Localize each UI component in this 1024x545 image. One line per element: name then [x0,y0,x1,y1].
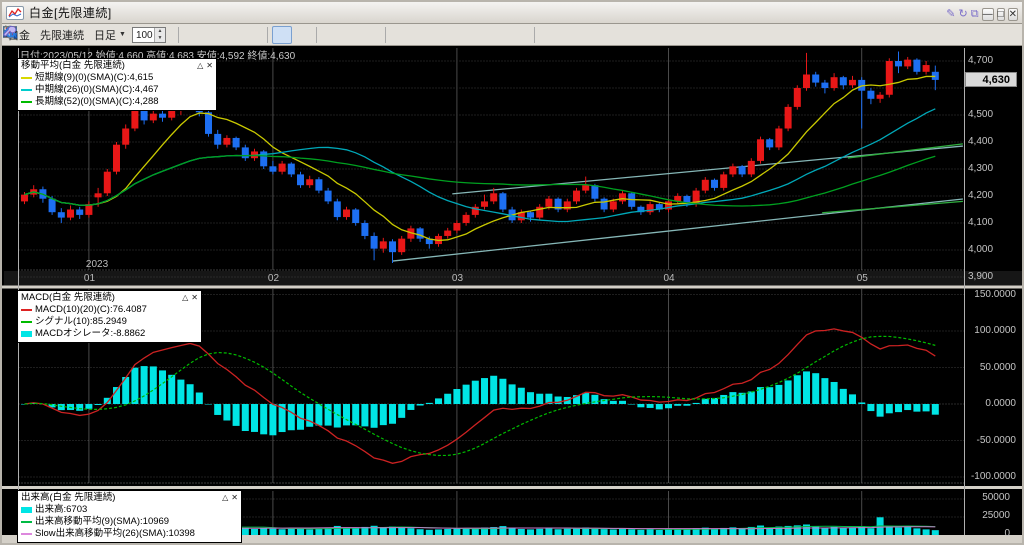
legend-text: 中期線(26)(0)(SMA)(C):4,467 [35,84,159,95]
price-axis-label: 4,400 [968,136,994,147]
price-axis-label: 4,100 [968,217,994,228]
legend-swatch [21,101,32,103]
legend-row: 中期線(26)(0)(SMA)(C):4,467 [21,84,213,96]
macd-axis-label: -100.0000 [970,471,1016,482]
legend-text: 出来高:6703 [35,504,88,515]
volume-axis-label: 0 [1004,528,1010,539]
macd-axis-label: 150.0000 [974,288,1016,300]
legend-volume[interactable]: 出来高(白金 先限連続) △ ✕ 出来高:6703 出来高移動平均(9)(SMA):10… [17,490,242,543]
legend-row: 出来高移動平均(9)(SMA):10969 [21,516,238,528]
legend-swatch [21,89,32,91]
legend-row: MACD(10)(20)(C):76.4087 [21,304,198,316]
price-axis-label: 4,300 [968,163,994,174]
legend-title: 移動平均(白金 先限連続) [21,60,125,71]
legend-collapse-icon[interactable]: △ [182,292,188,304]
volume-axis-label: 25000 [982,510,1010,521]
month-axis-label: 02 [267,273,280,284]
month-axis-label: 04 [663,273,675,284]
month-axis-label: 01 [83,273,96,284]
price-axis-label: 4,500 [968,109,994,120]
macd-axis-label: 50.0000 [979,361,1016,373]
month-axis-label: 05 [856,273,868,284]
macd-axis-label: 0.0000 [985,398,1016,409]
legend-row: MACDオシレータ:-8.8862 [21,328,198,340]
legend-close-icon[interactable]: ✕ [206,60,213,72]
legend-collapse-icon[interactable]: △ [222,492,228,504]
legend-row: Slow出来高移動平均(26)(SMA):10398 [21,528,238,540]
legend-text: Slow出来高移動平均(26)(SMA):10398 [35,528,195,539]
legend-title: MACD(白金 先限連続) [21,292,115,303]
legend-text: シグナル(10):85.2949 [35,316,127,327]
legend-macd[interactable]: MACD(白金 先限連続) △ ✕ MACD(10)(20)(C):76.4087 シグ… [17,290,202,343]
price-axis-label: 4,200 [968,190,994,201]
legend-swatch [21,309,32,311]
macd-axis-label: -50.0000 [976,434,1016,446]
legend-text: MACD(10)(20)(C):76.4087 [35,304,147,315]
volume-axis-label: 50000 [982,492,1010,503]
legend-row: シグナル(10):85.2949 [21,316,198,328]
year-axis-label: 2023 [85,259,109,270]
legend-close-icon[interactable]: ✕ [231,492,238,504]
legend-text: MACDオシレータ:-8.8862 [35,328,146,339]
legend-swatch [21,321,32,323]
legend-row: 短期線(9)(0)(SMA)(C):4,615 [21,72,213,84]
legend-swatch [21,331,32,337]
legend-ma[interactable]: 移動平均(白金 先限連続) △ ✕ 短期線(9)(0)(SMA)(C):4,615 中期… [17,58,217,111]
legend-swatch [21,77,32,79]
legend-swatch [21,533,32,535]
legend-title: 出来高(白金 先限連続) [21,492,116,503]
month-axis-label: 03 [451,273,464,284]
legend-swatch [21,507,32,513]
chart-window: 白金[先限連続] ✎ ↻ ⧉ — □ ✕ 白金 先限連続 日足 ▼ 100 ▲ ▼ 1234… [0,0,1024,545]
price-axis-label: 3,900 [968,271,994,282]
legend-close-icon[interactable]: ✕ [191,292,198,304]
legend-text: 長期線(52)(0)(SMA)(C):4,288 [35,96,159,107]
legend-text: 短期線(9)(0)(SMA)(C):4,615 [35,72,154,83]
legend-text: 出来高移動平均(9)(SMA):10969 [35,516,170,527]
price-axis-label: 4,000 [968,244,994,255]
legend-collapse-icon[interactable]: △ [197,60,203,72]
price-axis-label: 4,700 [968,55,994,66]
legend-swatch [21,521,32,523]
last-price-box: 4,630 [965,72,1017,87]
macd-axis-label: 100.0000 [974,325,1016,336]
legend-row: 長期線(52)(0)(SMA)(C):4,288 [21,96,213,108]
legend-row: 出来高:6703 [21,504,238,516]
